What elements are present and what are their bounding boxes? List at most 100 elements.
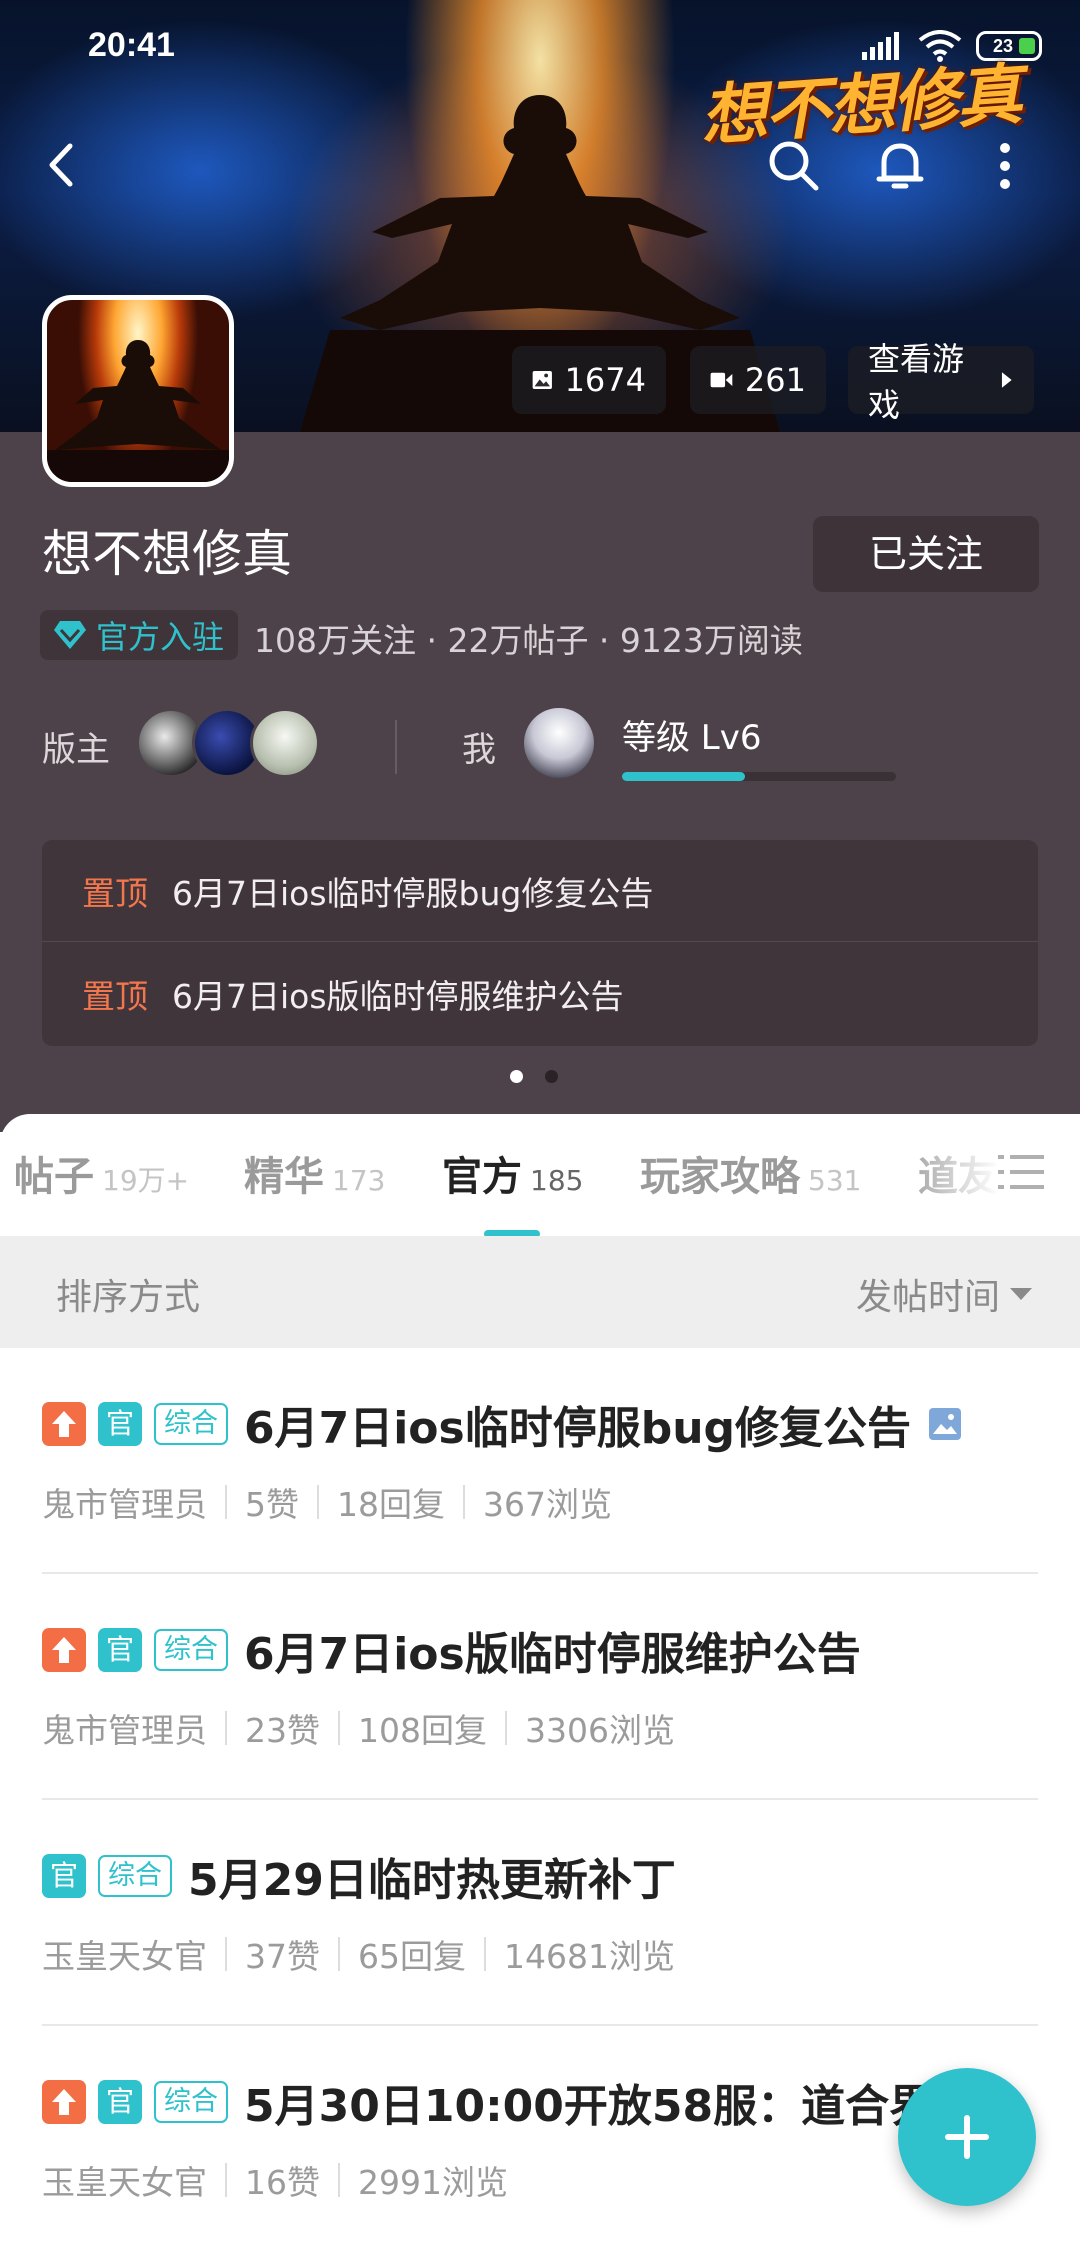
separator bbox=[225, 1485, 227, 1519]
post-title-line: 官 综合 5月29日临时热更新补丁 bbox=[42, 1844, 676, 1908]
post-item[interactable]: 官 综合 6月7日ios版临时停服维护公告 鬼市管理员 23赞 108回复 33… bbox=[42, 1574, 1038, 1800]
content-sheet: 帖子 19万+ 精华 173 官方 185 玩家攻略 531 道友 排序方式 发… bbox=[0, 1114, 1080, 2248]
post-author: 鬼市管理员 bbox=[42, 1711, 207, 1750]
images-count-button[interactable]: 1674 bbox=[512, 346, 666, 414]
post-title-line: 官 综合 6月7日ios版临时停服维护公告 bbox=[42, 1618, 861, 1682]
tab-count: 19万+ bbox=[102, 1164, 190, 1197]
user-avatar[interactable] bbox=[524, 708, 594, 778]
tab-count: 173 bbox=[332, 1164, 386, 1197]
category-tag: 综合 bbox=[154, 1403, 228, 1445]
forum-title: 想不想修真 bbox=[42, 525, 292, 583]
separator bbox=[505, 1711, 507, 1745]
category-tag: 综合 bbox=[98, 1855, 172, 1897]
new-post-button[interactable] bbox=[898, 2068, 1036, 2206]
post-replies: 65回复 bbox=[358, 1937, 466, 1976]
level-progress-bar bbox=[622, 772, 896, 781]
post-item[interactable]: 官 综合 5月30日10:00开放58服：道合界 玉皇天女官 16赞 2991浏… bbox=[42, 2026, 1038, 2252]
tab-player-guides[interactable]: 玩家攻略 531 bbox=[640, 1144, 861, 1202]
follow-button[interactable]: 已关注 bbox=[813, 516, 1039, 592]
forum-info-panel: 想不想修真 已关注 官方入驻 108万关注 · 22万帖子 · 9123万阅读 … bbox=[0, 432, 1080, 1132]
category-tag: 综合 bbox=[154, 2081, 228, 2123]
tab-featured[interactable]: 精华 173 bbox=[244, 1144, 385, 1202]
bell-icon[interactable] bbox=[870, 136, 930, 196]
post-meta: 玉皇天女官 37赞 65回复 14681浏览 bbox=[42, 1930, 675, 1978]
diamond-icon bbox=[54, 621, 86, 649]
post-likes: 23赞 bbox=[245, 1711, 320, 1750]
post-likes: 5赞 bbox=[245, 1485, 299, 1524]
pager-dot bbox=[545, 1070, 558, 1083]
post-meta: 鬼市管理员 5赞 18回复 367浏览 bbox=[42, 1478, 612, 1526]
pinned-title: 6月7日ios临时停服bug修复公告 bbox=[172, 873, 654, 913]
pinned-post[interactable]: 置顶 6月7日ios临时停服bug修复公告 bbox=[42, 840, 1038, 942]
view-game-label: 查看游戏 bbox=[868, 340, 965, 424]
post-views: 2991浏览 bbox=[358, 2163, 508, 2202]
moderator-avatar[interactable] bbox=[250, 708, 320, 778]
post-likes: 37赞 bbox=[245, 1937, 320, 1976]
pinned-tag: 置顶 bbox=[82, 977, 148, 1016]
separator bbox=[463, 1485, 465, 1519]
official-tag: 官 bbox=[98, 2080, 142, 2124]
image-attachment-icon bbox=[929, 1408, 962, 1440]
pinned-post[interactable]: 置顶 6月7日ios版临时停服维护公告 bbox=[42, 943, 1038, 1045]
post-title: 5月30日10:00开放58服：道合界 bbox=[244, 2081, 934, 2132]
videos-count-button[interactable]: 261 bbox=[690, 346, 826, 414]
post-replies: 18回复 bbox=[337, 1485, 445, 1524]
videos-count: 261 bbox=[744, 361, 806, 399]
forum-avatar[interactable] bbox=[42, 295, 234, 487]
back-icon[interactable] bbox=[38, 140, 88, 190]
tab-count: 531 bbox=[808, 1164, 862, 1197]
post-title-line: 官 综合 6月7日ios临时停服bug修复公告 bbox=[42, 1392, 962, 1456]
level-progress-fill bbox=[622, 772, 746, 781]
tab-label: 帖子 bbox=[14, 1154, 94, 1200]
status-time: 20:41 bbox=[88, 26, 175, 64]
sort-bar: 排序方式 发帖时间 bbox=[0, 1236, 1080, 1348]
view-game-button[interactable]: 查看游戏 bbox=[848, 340, 1034, 424]
tab-label: 玩家攻略 bbox=[640, 1154, 800, 1200]
post-views: 367浏览 bbox=[483, 1485, 612, 1524]
tabs-menu-icon[interactable] bbox=[998, 1152, 1044, 1192]
pinned-posts: 置顶 6月7日ios临时停服bug修复公告 置顶 6月7日ios版临时停服维护公… bbox=[42, 840, 1038, 1046]
chevron-right-icon bbox=[1002, 372, 1013, 388]
moderator-label: 版主 bbox=[42, 730, 110, 770]
video-icon bbox=[710, 372, 733, 388]
post-views: 3306浏览 bbox=[525, 1711, 675, 1750]
pager-dot-active bbox=[510, 1070, 523, 1083]
official-tag: 官 bbox=[42, 1854, 86, 1898]
forum-stats: 108万关注 · 22万帖子 · 9123万阅读 bbox=[254, 621, 803, 660]
tab-label: 精华 bbox=[244, 1154, 324, 1200]
category-tabs: 帖子 19万+ 精华 173 官方 185 玩家攻略 531 道友 bbox=[0, 1114, 1080, 1238]
sort-label: 排序方式 bbox=[56, 1277, 201, 1318]
post-likes: 16赞 bbox=[245, 2163, 320, 2202]
separator bbox=[225, 2163, 227, 2197]
post-author: 玉皇天女官 bbox=[42, 1937, 207, 1976]
caret-down-icon bbox=[1010, 1288, 1032, 1300]
sort-dropdown[interactable]: 发帖时间 bbox=[856, 1268, 1032, 1320]
post-item[interactable]: 官 综合 6月7日ios临时停服bug修复公告 鬼市管理员 5赞 18回复 36… bbox=[42, 1348, 1038, 1574]
separator bbox=[225, 1711, 227, 1745]
sort-value: 发帖时间 bbox=[855, 1277, 1000, 1318]
post-meta: 鬼市管理员 23赞 108回复 3306浏览 bbox=[42, 1704, 675, 1752]
post-meta: 玉皇天女官 16赞 2991浏览 bbox=[42, 2156, 508, 2204]
search-icon[interactable] bbox=[764, 136, 824, 196]
images-count: 1674 bbox=[564, 361, 646, 399]
more-options-icon[interactable] bbox=[980, 136, 1030, 196]
separator bbox=[484, 1937, 486, 1971]
tab-count: 185 bbox=[530, 1164, 584, 1197]
post-title: 6月7日ios临时停服bug修复公告 bbox=[244, 1403, 912, 1454]
separator bbox=[338, 1711, 340, 1745]
separator bbox=[317, 1485, 319, 1519]
post-title: 6月7日ios版临时停服维护公告 bbox=[244, 1629, 861, 1680]
post-author: 玉皇天女官 bbox=[42, 2163, 207, 2202]
post-author: 鬼市管理员 bbox=[42, 1485, 207, 1524]
top-up-icon bbox=[42, 2080, 86, 2124]
tab-posts[interactable]: 帖子 19万+ bbox=[14, 1144, 189, 1202]
official-tag: 官 bbox=[98, 1628, 142, 1672]
official-badge: 官方入驻 bbox=[40, 610, 239, 660]
pinned-tag: 置顶 bbox=[82, 873, 148, 913]
post-replies: 108回复 bbox=[358, 1711, 487, 1750]
top-up-icon bbox=[42, 1402, 86, 1446]
post-item[interactable]: 官 综合 5月29日临时热更新补丁 玉皇天女官 37赞 65回复 14681浏览 bbox=[42, 1800, 1038, 2026]
top-up-icon bbox=[42, 1628, 86, 1672]
pinned-title: 6月7日ios版临时停服维护公告 bbox=[172, 977, 624, 1016]
tab-official[interactable]: 官方 185 bbox=[442, 1144, 583, 1202]
